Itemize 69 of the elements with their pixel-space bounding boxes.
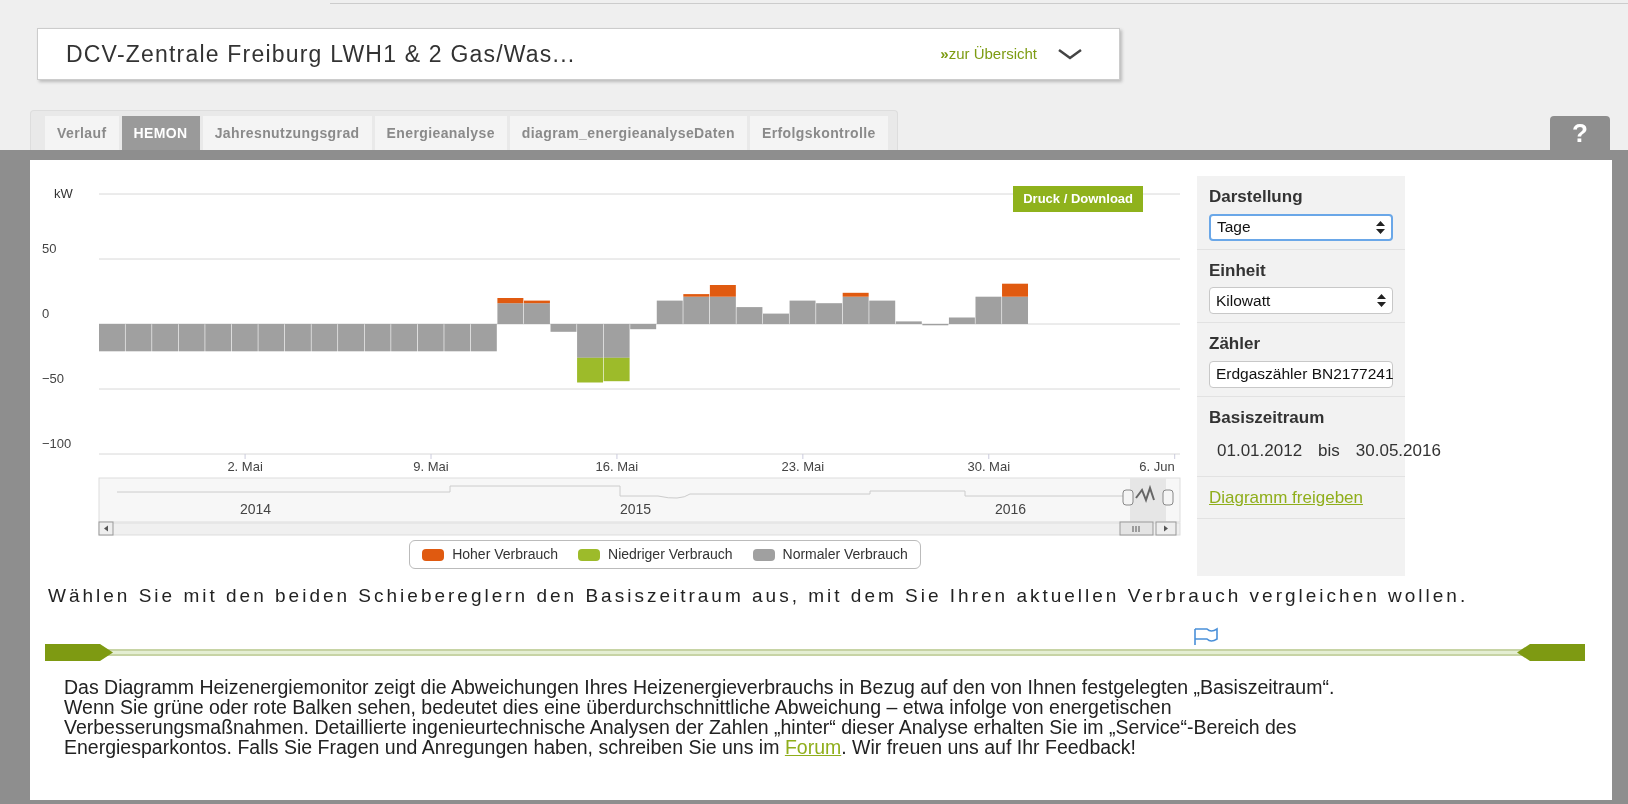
- field-label: Einheit: [1209, 259, 1267, 282]
- axis-label: 50: [42, 241, 57, 256]
- field-label: Darstellung: [1209, 186, 1304, 208]
- bar: [444, 324, 471, 352]
- field-label: Basiszeitraum: [1209, 406, 1326, 429]
- axis-label: 6. Jun: [1139, 459, 1175, 474]
- tab[interactable]: diagram_energieanalyseDaten: [509, 116, 747, 150]
- instruction-text: Wählen Sie mit den beiden Schiebereglern den Basiszeitraum aus, mit dem Sie Ihren aktuellen Verbrauch vergleichen wollen.: [47, 584, 1470, 608]
- scroll-right-icon[interactable]: [1155, 521, 1177, 536]
- legend-label: Normaler Verbrauch: [782, 545, 908, 564]
- overview-link[interactable]: »zur Übersicht: [940, 42, 1037, 66]
- bar: [231, 324, 258, 352]
- axis-label: 0: [42, 306, 50, 321]
- tab[interactable]: Energieanalyse: [374, 116, 507, 150]
- scroll-left-icon[interactable]: [98, 521, 114, 536]
- range-handle-drawing[interactable]: [1122, 478, 1174, 522]
- dropdown[interactable]: Kilowatt: [1209, 287, 1393, 314]
- axis-label: 16. Mai: [595, 459, 639, 474]
- tab[interactable]: Erfolgskontrolle: [749, 116, 888, 150]
- bar: [391, 324, 418, 352]
- bar: [258, 324, 285, 352]
- axis-unit: kW: [54, 186, 73, 201]
- bar: [338, 324, 364, 352]
- range-separator: bis: [1318, 440, 1340, 462]
- legend-swatch: [578, 548, 600, 561]
- bar: [205, 324, 232, 352]
- bar: [178, 324, 205, 352]
- dropdown[interactable]: Tage: [1209, 213, 1393, 241]
- date-from: 01.01.2012: [1217, 440, 1303, 462]
- bar: [470, 324, 497, 352]
- tab[interactable]: HEMON: [121, 116, 200, 150]
- bar: [99, 324, 125, 352]
- description-paragraph: Das Diagramm Heizenergiemonitor zeigt die Abweichungen Ihres Heizenergieverbrauchs in Bezug auf den von Ihnen festgelegten „Basiszeitraum“. Wenn Sie grüne oder rote Balken sehen, bedeutet dies eine überdurchschnittliche Abweichung – etwa infolge von energetischen Verbesserungsmaßnahmen. Detaillierte ingenieurtechnische Analysen der Zahlen „hinter“ dieser Analyse erhalten Sie im „Service“-Bereich des Energiesparkontos. Falls Sie Fragen und Anregungen haben, schreiben Sie uns im Forum. Wir freuen uns auf Ihr Feedback!: [63, 676, 1336, 757]
- bar: [816, 303, 843, 324]
- bar: [417, 324, 444, 352]
- bar: [311, 324, 338, 352]
- bar: [125, 324, 152, 352]
- axis-label: 30. Mai: [967, 459, 1011, 474]
- share-link[interactable]: Diagramm freigeben: [1209, 487, 1363, 507]
- chevron-up-down-icon: [1377, 294, 1386, 307]
- bar: [284, 324, 311, 352]
- site-title: DCV-Zentrale Freiburg LWH1 & 2 Gas/Was...: [66, 39, 577, 69]
- chevron-down-icon[interactable]: [1057, 48, 1083, 60]
- axis-label: 2. Mai: [227, 459, 263, 474]
- navigator-year: 2015: [620, 501, 652, 517]
- bar: [364, 324, 391, 352]
- axis-label: −50: [42, 371, 65, 386]
- bar: [577, 357, 604, 383]
- help-tab[interactable]: ?: [1550, 116, 1610, 150]
- legend-label: Hoher Verbrauch: [452, 545, 558, 564]
- date-to: 30.05.2016: [1355, 440, 1441, 462]
- tab[interactable]: Jahresnutzungsgrad: [202, 116, 372, 150]
- navigator-year: 2016: [995, 501, 1027, 517]
- print-button[interactable]: Druck / Download: [1013, 186, 1143, 212]
- dropdown[interactable]: Erdgaszähler BN2177241: [1209, 360, 1393, 388]
- forum-link[interactable]: Forum: [784, 735, 842, 758]
- field-label: Zähler: [1209, 333, 1262, 355]
- axis-label: 9. Mai: [413, 459, 449, 474]
- navigator-year: 2014: [240, 501, 272, 517]
- legend-swatch: [752, 548, 775, 561]
- axis-label: 23. Mai: [781, 459, 825, 474]
- chevron-up-down-icon: [1376, 220, 1385, 234]
- legend-label: Niedriger Verbrauch: [608, 545, 733, 564]
- bar: [152, 324, 179, 352]
- legend-swatch: [422, 548, 445, 561]
- tab[interactable]: Verlauf: [45, 116, 119, 150]
- scrollbar-thumb-icon[interactable]: [1119, 521, 1154, 536]
- bar: [603, 357, 630, 382]
- axis-label: −100: [42, 436, 72, 451]
